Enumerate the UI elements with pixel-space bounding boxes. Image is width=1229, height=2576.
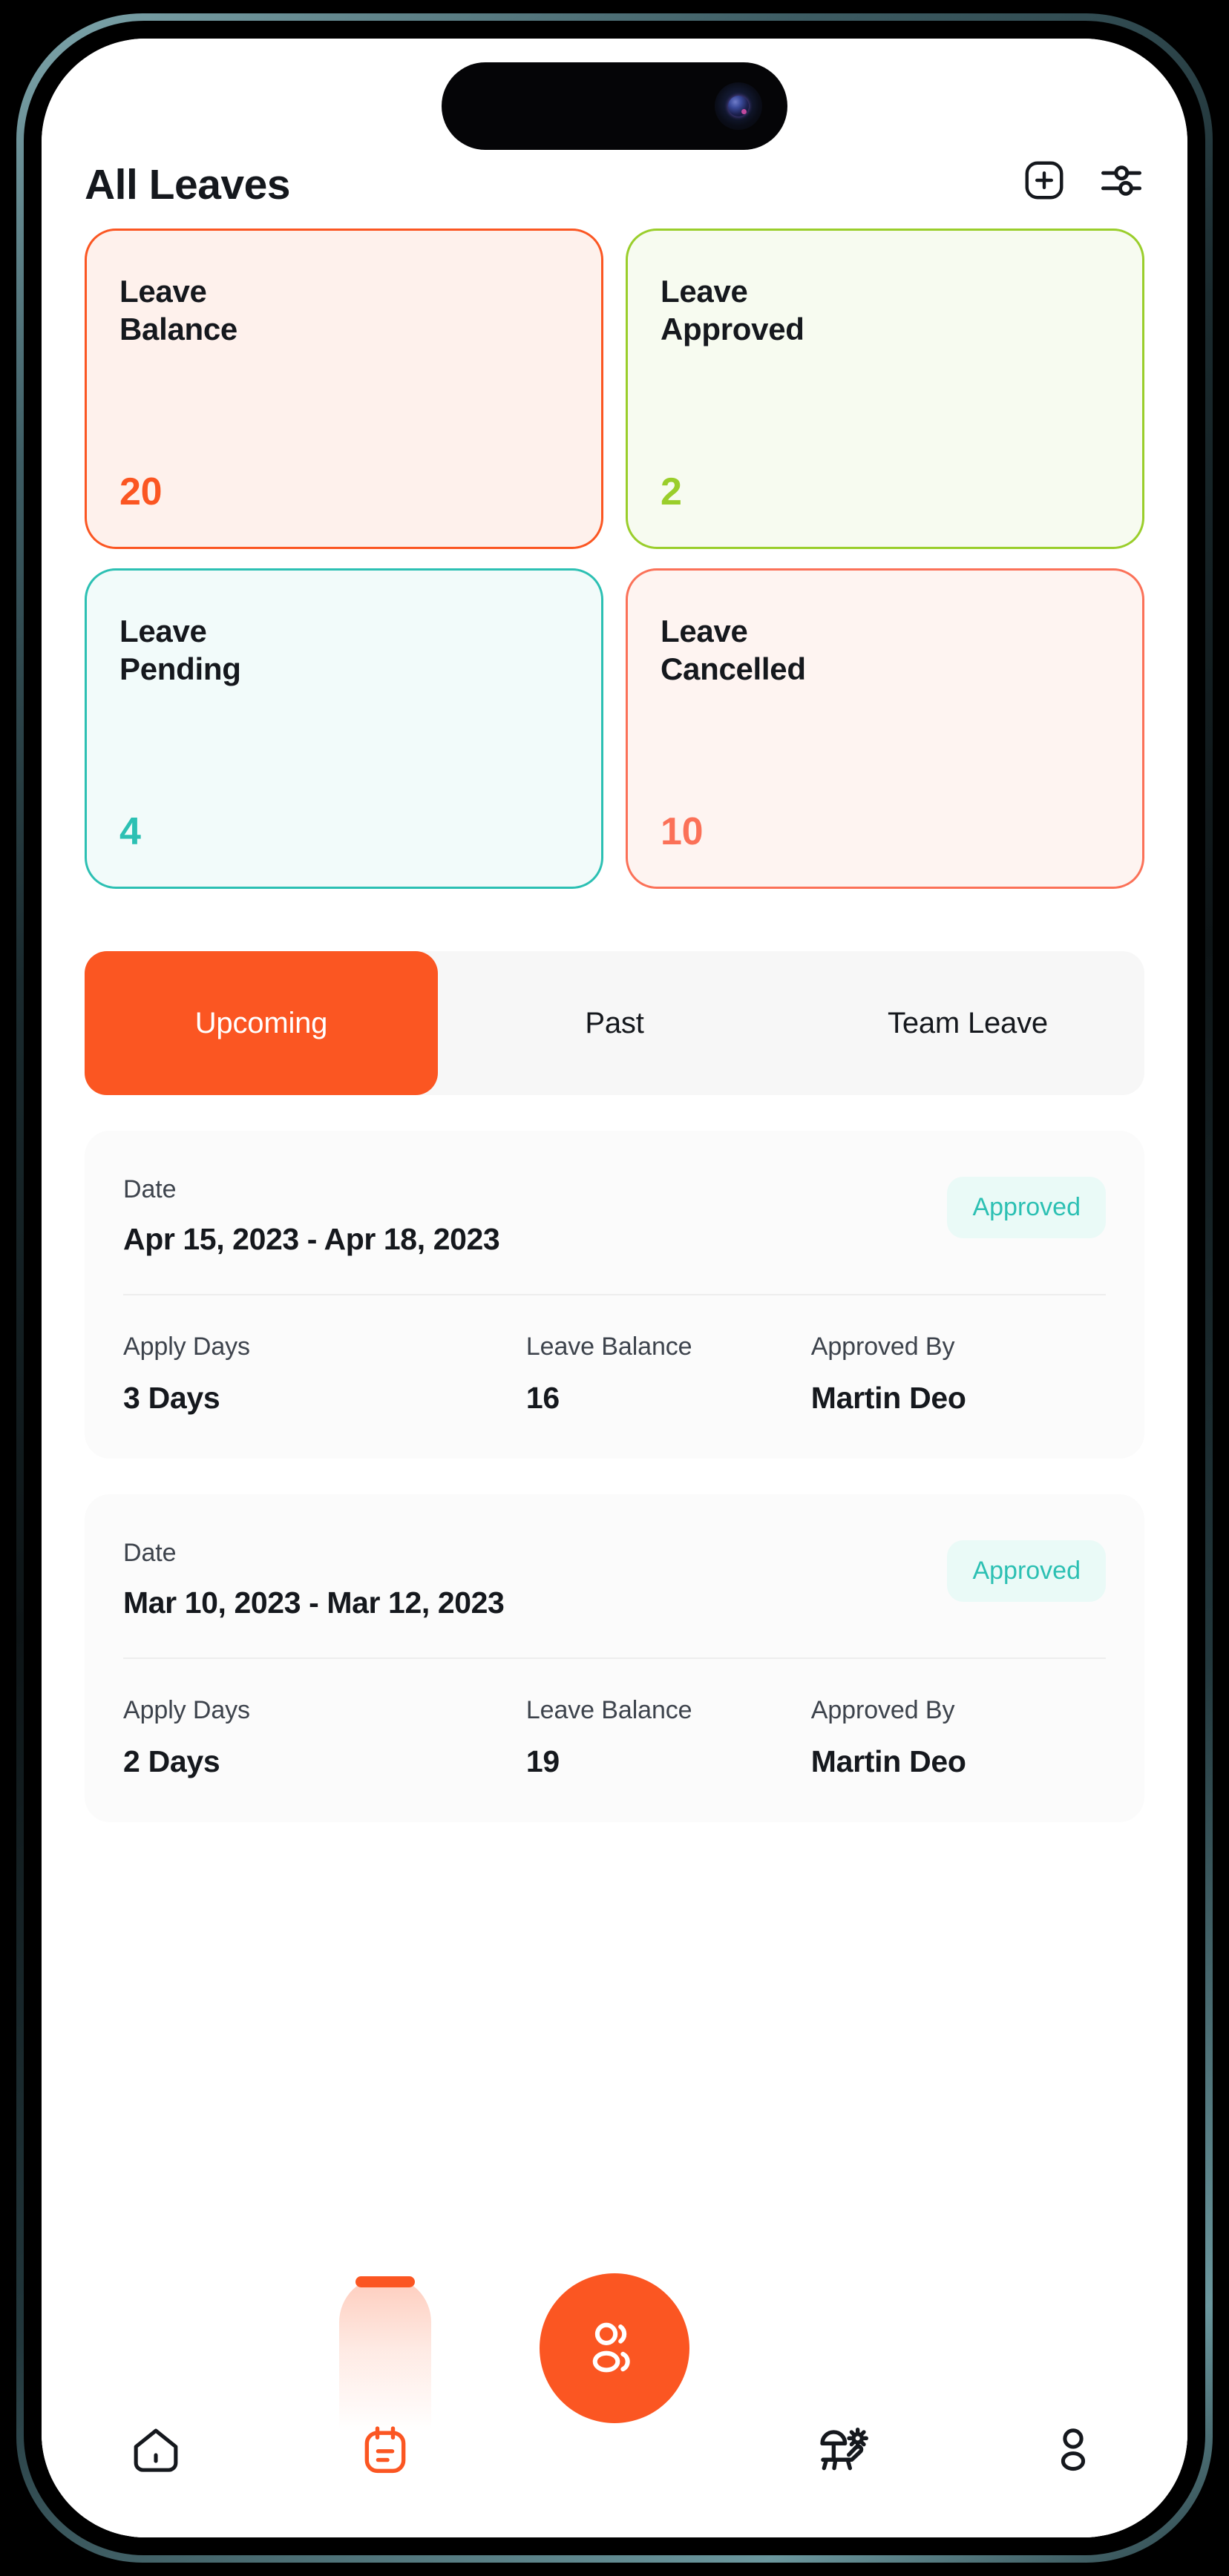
stat-card-leave-balance[interactable]: Leave Balance 20 — [85, 229, 603, 549]
tab-upcoming[interactable]: Upcoming — [85, 951, 438, 1095]
calendar-notes-icon — [364, 2426, 406, 2474]
stats-grid: Leave Balance 20 Leave Approved 2 Leave Pen… — [42, 226, 1187, 889]
people-group-icon — [592, 2322, 630, 2373]
approved-by-field: Approved By Martin Deo — [811, 1696, 1106, 1779]
approved-by-value: Martin Deo — [810, 1744, 966, 1778]
bottom-navigation — [42, 2273, 1187, 2537]
phone-screen: All Leaves Leave Balance 20 Leave Approv… — [42, 39, 1187, 2537]
page-title: All Leaves — [85, 161, 291, 208]
stat-label: Leave Pending — [119, 614, 241, 687]
apply-days-field: Apply Days 2 Days — [123, 1696, 526, 1779]
dynamic-island — [442, 62, 787, 150]
leave-card[interactable]: Date Mar 10, 2023 - Mar 12, 2023 Approve… — [85, 1494, 1144, 1822]
apply-days-field: Apply Days 3 Days — [123, 1333, 526, 1416]
date-range-value: Apr 15, 2023 - Apr 18, 2023 — [123, 1222, 500, 1256]
leave-card-header: Date Apr 15, 2023 - Apr 18, 2023 Approve… — [123, 1175, 1106, 1257]
front-camera-icon — [715, 82, 762, 130]
beach-holiday-icon — [820, 2428, 868, 2471]
leave-filter-tabs: Upcoming Past Team Leave — [85, 951, 1144, 1095]
divider — [123, 1294, 1106, 1295]
apply-days-value: 2 Days — [123, 1744, 220, 1778]
stat-value: 20 — [119, 470, 163, 513]
stat-card-leave-pending[interactable]: Leave Pending 4 — [85, 568, 603, 889]
tab-past[interactable]: Past — [438, 951, 791, 1095]
leave-balance-value: 16 — [525, 1381, 560, 1415]
date-range-value: Mar 10, 2023 - Mar 12, 2023 — [123, 1586, 505, 1620]
tab-team-leave[interactable]: Team Leave — [791, 951, 1144, 1095]
apply-days-label: Apply Days — [123, 1333, 250, 1361]
profile-person-icon — [1061, 2428, 1085, 2471]
leave-card-details: Apply Days 3 Days Leave Balance 16 Appro… — [123, 1333, 1106, 1416]
apply-days-label: Apply Days — [123, 1696, 250, 1724]
camera-lens — [728, 96, 749, 116]
leave-balance-field: Leave Balance 19 — [526, 1696, 811, 1779]
leave-balance-label: Leave Balance — [525, 1696, 692, 1724]
header-actions — [1021, 157, 1144, 206]
team-fab-button[interactable] — [540, 2273, 689, 2423]
nav-item-holidays[interactable] — [729, 2362, 958, 2537]
approved-by-value: Martin Deo — [810, 1381, 966, 1415]
apply-days-value: 3 Days — [123, 1381, 220, 1415]
status-badge: Approved — [947, 1540, 1106, 1602]
stat-label: Leave Approved — [661, 274, 804, 347]
add-leave-button[interactable] — [1021, 157, 1067, 203]
leaves-app-screen: All Leaves Leave Balance 20 Leave Approv… — [42, 39, 1187, 2537]
stat-value: 4 — [119, 810, 141, 853]
stat-label: Leave Cancelled — [661, 614, 806, 687]
active-indicator — [355, 2276, 416, 2287]
leave-balance-value: 19 — [525, 1744, 560, 1778]
stat-card-leave-approved[interactable]: Leave Approved 2 — [626, 229, 1144, 549]
leave-balance-field: Leave Balance 16 — [526, 1333, 811, 1416]
nav-item-home[interactable] — [42, 2362, 271, 2537]
leave-date-column: Date Mar 10, 2023 - Mar 12, 2023 — [123, 1539, 947, 1620]
leave-card-header: Date Mar 10, 2023 - Mar 12, 2023 Approve… — [123, 1539, 1106, 1620]
stat-card-leave-cancelled[interactable]: Leave Cancelled 10 — [626, 568, 1144, 889]
approved-by-field: Approved By Martin Deo — [811, 1333, 1106, 1416]
stat-value: 10 — [661, 810, 704, 853]
leave-card[interactable]: Date Apr 15, 2023 - Apr 18, 2023 Approve… — [85, 1131, 1144, 1459]
nav-item-profile[interactable] — [958, 2362, 1187, 2537]
approved-by-label: Approved By — [810, 1333, 955, 1361]
date-label: Date — [123, 1539, 177, 1567]
leave-date-column: Date Apr 15, 2023 - Apr 18, 2023 — [123, 1175, 947, 1257]
home-icon — [134, 2428, 178, 2472]
leave-balance-label: Leave Balance — [525, 1333, 692, 1361]
stat-value: 2 — [661, 470, 682, 513]
approved-by-label: Approved By — [810, 1696, 955, 1724]
nav-item-leaves[interactable] — [271, 2276, 500, 2537]
leave-card-details: Apply Days 2 Days Leave Balance 19 Appro… — [123, 1696, 1106, 1779]
status-badge: Approved — [947, 1177, 1106, 1238]
filter-button[interactable] — [1098, 157, 1144, 203]
divider — [123, 1657, 1106, 1659]
stat-label: Leave Balance — [119, 274, 237, 347]
date-label: Date — [123, 1175, 177, 1203]
